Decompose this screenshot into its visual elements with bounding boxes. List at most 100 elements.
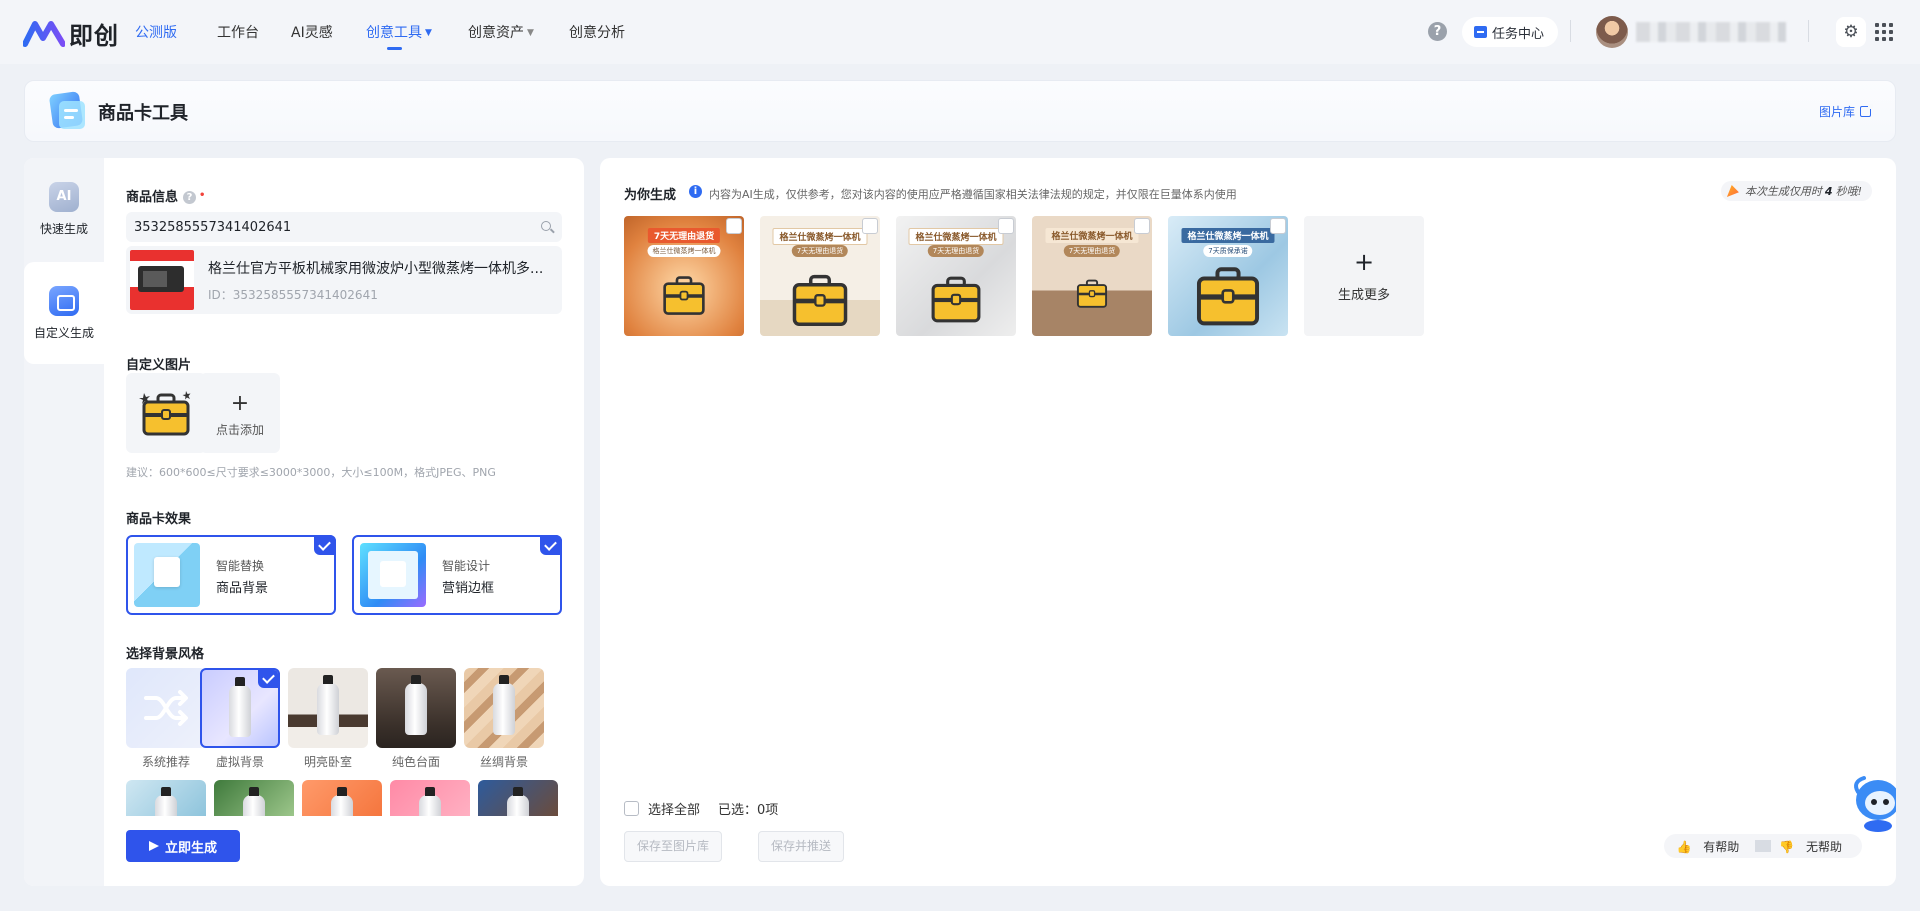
helpful-button[interactable]: 👍 有帮助 <box>1668 838 1755 855</box>
bg-style-system[interactable] <box>126 668 206 748</box>
effect-card-marketing-frame[interactable]: 智能设计 营销边框 <box>352 535 562 615</box>
effect-card-subtitle: 智能替换 <box>216 559 265 573</box>
select-all[interactable]: 选择全部 已选：0项 <box>624 799 778 818</box>
card-subtitle: 7天无理由退货 <box>1063 245 1121 257</box>
card-ribbon: 格兰仕微蒸烤一体机 <box>772 228 868 245</box>
save-to-library-button[interactable]: 保存至图片库 <box>624 831 723 862</box>
bg-style-tile[interactable] <box>390 780 470 816</box>
generation-time-badge: 本次生成仅用时 4 秒哦! <box>1720 181 1872 201</box>
avatar[interactable] <box>1596 16 1628 48</box>
card-subtitle: 7天质保承诺 <box>1203 245 1253 257</box>
card-checkbox[interactable] <box>862 218 878 234</box>
plus-icon: + <box>230 391 250 416</box>
product-id-input[interactable] <box>126 212 532 242</box>
username-redacted[interactable] <box>1636 22 1786 42</box>
generate-more-button[interactable]: + 生成更多 <box>1304 216 1424 336</box>
custom-generate-form: 商品信息?• 格兰仕官方平板机械家用微波炉小型微蒸烤一体机多... ID：353… <box>104 158 584 886</box>
toolbox-icon <box>931 276 981 323</box>
nav-ai-inspiration[interactable]: AI灵感 <box>291 22 333 42</box>
product-thumbnail <box>130 250 194 310</box>
time-prefix: 本次生成仅用时 <box>1744 185 1822 198</box>
bottle-image <box>155 787 177 816</box>
nav-workbench[interactable]: 工作台 <box>217 22 259 42</box>
toolbox-icon <box>1076 279 1108 308</box>
generated-card[interactable]: 7天无理由退货 格兰仕微蒸烤一体机 <box>624 216 744 336</box>
card-checkbox[interactable] <box>1134 218 1150 234</box>
bottle-image <box>493 675 515 735</box>
bg-style-virtual[interactable] <box>200 668 280 748</box>
bottle-image <box>317 675 339 735</box>
bg-style-tile[interactable] <box>126 780 206 816</box>
product-search <box>126 212 562 242</box>
card-checkbox[interactable] <box>1270 218 1286 234</box>
select-all-checkbox[interactable] <box>624 801 639 816</box>
app-grid-icon[interactable] <box>1872 20 1896 44</box>
bottle-image <box>405 675 427 735</box>
uploaded-image[interactable] <box>126 373 206 453</box>
generate-button[interactable]: 立即生成 <box>126 830 240 862</box>
divider <box>1755 840 1772 852</box>
image-library-label: 图片库 <box>1818 105 1855 119</box>
card-ribbon: 格兰仕微蒸烤一体机 <box>1045 228 1139 243</box>
nav-label: AI灵感 <box>291 25 333 41</box>
settings-gear-icon[interactable]: ⚙ <box>1836 17 1866 47</box>
generated-card[interactable]: 格兰仕微蒸烤一体机 7天无理由退货 <box>896 216 1016 336</box>
not-helpful-button[interactable]: 👎 无帮助 <box>1771 838 1858 855</box>
rail-item-custom-generate[interactable]: 自定义生成 <box>24 262 104 364</box>
generated-card[interactable]: 格兰仕微蒸烤一体机 7天无理由退货 <box>760 216 880 336</box>
toolbox-icon <box>1196 267 1260 326</box>
card-checkbox[interactable] <box>726 218 742 234</box>
bottle-image <box>331 787 353 816</box>
nav-creative-analysis[interactable]: 创意分析 <box>569 22 625 42</box>
helpful-label: 有帮助 <box>1703 839 1740 854</box>
toolbox-icon <box>139 391 191 436</box>
effect-heading: 商品卡效果 <box>126 512 192 527</box>
effect-card-background-replace[interactable]: 智能替换 商品背景 <box>126 535 336 615</box>
bg-style-solid-countertop[interactable] <box>376 668 456 748</box>
assistant-mascot-icon[interactable] <box>1850 770 1896 834</box>
background-style-heading: 选择背景风格 <box>126 647 205 662</box>
generated-card[interactable]: 格兰仕微蒸烤一体机 7天质保承诺 <box>1168 216 1288 336</box>
image-library-link[interactable]: 图片库 <box>1818 103 1873 120</box>
card-subtitle: 格兰仕微蒸烤一体机 <box>647 245 721 257</box>
bg-style-label: 丝绸背景 <box>479 755 528 769</box>
toolbox-icon <box>792 274 848 326</box>
selected-count: 已选：0项 <box>718 803 779 818</box>
bg-style-tile[interactable] <box>302 780 382 816</box>
generate-more-label: 生成更多 <box>1337 288 1390 303</box>
product-info-label: 商品信息 <box>126 190 179 205</box>
nav-creative-tools[interactable]: 创意工具 ▼ <box>366 22 432 42</box>
rail-item-quick-generate[interactable]: AI 快速生成 <box>24 158 104 260</box>
save-and-push-button[interactable]: 保存并推送 <box>758 831 845 862</box>
image-requirements-tip: 建议：600*600≤尺寸要求≤3000*3000，大小≤100M，格式JPEG… <box>126 466 496 479</box>
generate-button-label: 立即生成 <box>164 840 217 856</box>
bg-style-label: 明亮卧室 <box>303 755 352 769</box>
brand-logo[interactable]: 即创 <box>23 16 119 51</box>
card-checkbox[interactable] <box>998 218 1014 234</box>
brand-name: 即创 <box>69 22 119 50</box>
add-image-button[interactable]: + 点击添加 <box>200 373 280 453</box>
question-icon[interactable]: ? <box>183 191 197 204</box>
generated-card[interactable]: 格兰仕微蒸烤一体机 7天无理由退货 <box>1032 216 1152 336</box>
bg-style-tile[interactable] <box>214 780 294 816</box>
help-icon[interactable]: ? <box>1428 22 1447 41</box>
marketing-frame-icon <box>360 543 426 607</box>
caret-down-icon: ▼ <box>425 28 432 38</box>
bg-style-label: 纯色台面 <box>391 755 440 769</box>
search-icon[interactable] <box>532 212 562 242</box>
bg-style-tile[interactable] <box>478 780 558 816</box>
active-nav-indicator <box>387 47 402 50</box>
nav-label: 工作台 <box>217 25 259 41</box>
party-popper-icon <box>1726 185 1739 197</box>
product-card[interactable]: 格兰仕官方平板机械家用微波炉小型微蒸烤一体机多... ID：3532585557… <box>126 246 562 314</box>
edition-badge: 公测版 <box>135 25 177 41</box>
bg-style-bright-bedroom[interactable] <box>288 668 368 748</box>
bg-style-silk[interactable] <box>464 668 544 748</box>
info-icon: i <box>689 185 702 198</box>
top-nav: 即创 公测版 工作台 AI灵感 创意工具 ▼ 创意资产 ▼ 创意分析 ? 任务中心 … <box>0 0 1920 64</box>
product-info-heading: 商品信息? • <box>126 186 205 205</box>
rail-item-label: 快速生成 <box>39 222 88 236</box>
page-header: 商品卡工具 图片库 <box>24 80 1896 142</box>
nav-creative-assets[interactable]: 创意资产 ▼ <box>468 22 534 42</box>
task-center-button[interactable]: 任务中心 <box>1462 17 1559 47</box>
